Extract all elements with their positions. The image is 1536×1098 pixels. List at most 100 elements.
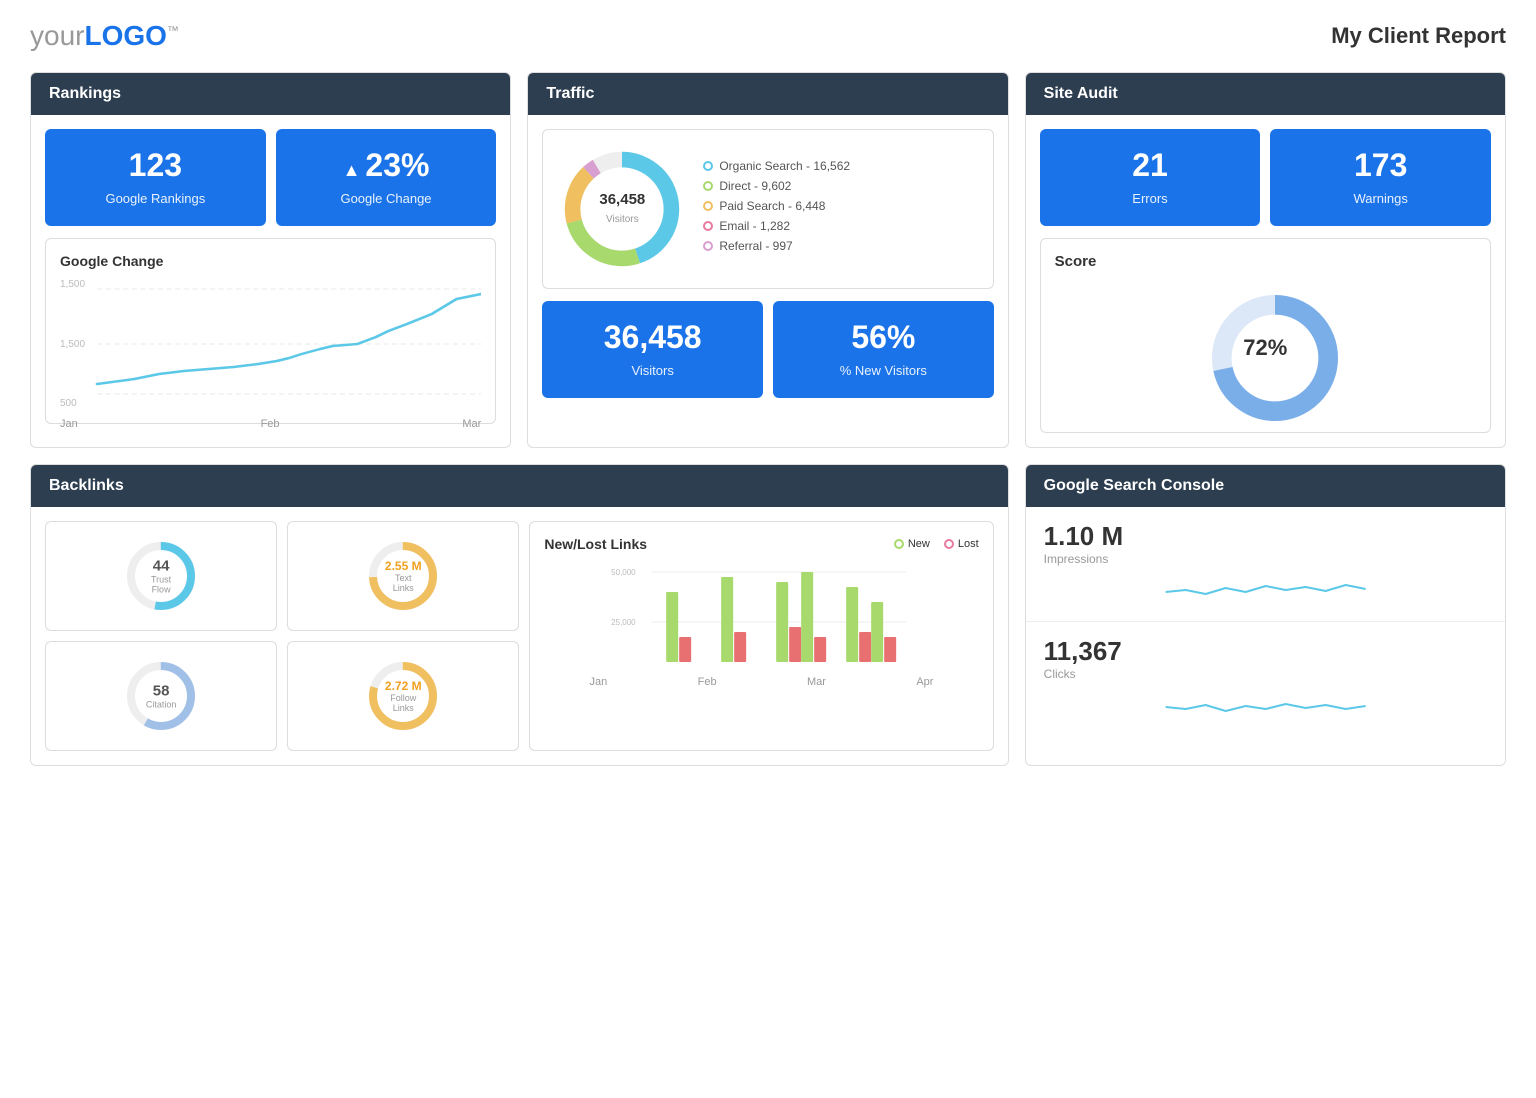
score-label: Score bbox=[1055, 253, 1476, 270]
text-links-value: 2.55 M bbox=[383, 559, 423, 573]
chart-y-labels: 1,500 1,500 500 bbox=[60, 279, 85, 409]
site-audit-header: Site Audit bbox=[1026, 73, 1505, 115]
rankings-section: Rankings 123 Google Rankings 23% Google … bbox=[30, 72, 511, 448]
rankings-body: 123 Google Rankings 23% Google Change Go… bbox=[31, 115, 510, 438]
follow-links-label: Follow Links bbox=[383, 693, 423, 713]
donut-sub: Visitors bbox=[606, 214, 639, 225]
legend-item: Direct - 9,602 bbox=[703, 179, 850, 193]
legend-item: Referral - 997 bbox=[703, 239, 850, 253]
clicks-stat: 11,367 Clicks bbox=[1026, 622, 1505, 736]
legend-dot-referral bbox=[703, 241, 713, 251]
new-visitors-box: 56% % New Visitors bbox=[773, 301, 994, 398]
google-change-box: 23% Google Change bbox=[276, 129, 497, 226]
google-rankings-value: 123 bbox=[59, 147, 252, 184]
legend-new-label: New bbox=[908, 538, 930, 550]
page-header: yourLOGO™ My Client Report bbox=[30, 20, 1506, 52]
legend-lost-label: Lost bbox=[958, 538, 979, 550]
impressions-wave bbox=[1044, 572, 1487, 607]
impressions-label: Impressions bbox=[1044, 552, 1487, 566]
legend-dot-new bbox=[894, 539, 904, 549]
citation-center: 58 Citation bbox=[146, 683, 177, 710]
citation-card: 58 Citation bbox=[45, 641, 277, 751]
backlinks-mini-col-2: 2.55 M Text Links 2.72 M Fo bbox=[287, 521, 519, 751]
new-visitors-value: 56% bbox=[787, 319, 980, 356]
legend-item: Paid Search - 6,448 bbox=[703, 199, 850, 213]
chart-title: Google Change bbox=[60, 253, 481, 269]
bar-chart-area: 50,000 25,000 bbox=[544, 562, 978, 672]
backlinks-body: 44 Trust Flow 58 Citation bbox=[31, 507, 1008, 765]
audit-stat-row: 21 Errors 173 Warnings bbox=[1040, 129, 1491, 226]
donut-center: 36,458 Visitors bbox=[590, 191, 655, 227]
text-links-label: Text Links bbox=[383, 573, 423, 593]
legend-dot-organic bbox=[703, 161, 713, 171]
bar-chart-title: New/Lost Links bbox=[544, 536, 647, 552]
legend-dot-paid bbox=[703, 201, 713, 211]
citation-label: Citation bbox=[146, 700, 177, 710]
svg-text:25,000: 25,000 bbox=[611, 618, 636, 627]
legend-item: Email - 1,282 bbox=[703, 219, 850, 233]
site-audit-body: 21 Errors 173 Warnings Score bbox=[1026, 115, 1505, 447]
warnings-label: Warnings bbox=[1353, 191, 1407, 206]
donut-value: 36,458 bbox=[599, 191, 645, 208]
text-links-center: 2.55 M Text Links bbox=[383, 559, 423, 593]
gsc-header: Google Search Console bbox=[1026, 465, 1505, 507]
errors-label: Errors bbox=[1132, 191, 1167, 206]
trust-flow-value: 44 bbox=[141, 558, 181, 575]
chart-x-labels: Jan Feb Mar bbox=[60, 418, 481, 430]
gsc-section: Google Search Console 1.10 M Impressions… bbox=[1025, 464, 1506, 766]
line-chart: 1,500 1,500 500 Jan Feb bbox=[60, 279, 481, 409]
logo-text: your bbox=[30, 20, 84, 51]
bar-legend: New Lost bbox=[894, 538, 979, 550]
impressions-stat: 1.10 M Impressions bbox=[1026, 507, 1505, 622]
errors-value: 21 bbox=[1054, 147, 1247, 184]
bar-chart-svg: 50,000 25,000 bbox=[544, 562, 978, 672]
legend-dot-lost bbox=[944, 539, 954, 549]
traffic-section: Traffic bbox=[527, 72, 1008, 448]
report-title: My Client Report bbox=[1331, 23, 1506, 49]
trust-flow-donut: 44 Trust Flow bbox=[121, 536, 201, 616]
google-rankings-box: 123 Google Rankings bbox=[45, 129, 266, 226]
score-donut: 72% bbox=[1205, 288, 1325, 408]
clicks-wave bbox=[1044, 687, 1487, 722]
legend-dot-direct bbox=[703, 181, 713, 191]
new-visitors-label: % New Visitors bbox=[840, 363, 927, 378]
google-rankings-label: Google Rankings bbox=[105, 191, 205, 206]
traffic-legend: Organic Search - 16,562 Direct - 9,602 P… bbox=[703, 159, 850, 259]
follow-links-center: 2.72 M Follow Links bbox=[383, 679, 423, 713]
follow-links-donut: 2.72 M Follow Links bbox=[363, 656, 443, 736]
errors-box: 21 Errors bbox=[1040, 129, 1261, 226]
citation-value: 58 bbox=[146, 683, 177, 700]
warnings-box: 173 Warnings bbox=[1270, 129, 1491, 226]
donut-section: 36,458 Visitors Organic Search - 16,562 … bbox=[557, 144, 978, 274]
backlinks-header: Backlinks bbox=[31, 465, 1008, 507]
trust-flow-label: Trust Flow bbox=[141, 575, 181, 595]
follow-links-value: 2.72 M bbox=[383, 679, 423, 693]
line-chart-svg bbox=[60, 279, 481, 409]
visitors-label: Visitors bbox=[631, 363, 673, 378]
site-audit-section: Site Audit 21 Errors 173 Warnings Score bbox=[1025, 72, 1506, 448]
visitors-value: 36,458 bbox=[556, 319, 749, 356]
visitors-box: 36,458 Visitors bbox=[542, 301, 763, 398]
legend-item: Organic Search - 16,562 bbox=[703, 159, 850, 173]
traffic-donut-card: 36,458 Visitors Organic Search - 16,562 … bbox=[542, 129, 993, 289]
svg-text:50,000: 50,000 bbox=[611, 568, 636, 577]
warnings-value: 173 bbox=[1284, 147, 1477, 184]
clicks-value: 11,367 bbox=[1044, 636, 1487, 667]
backlinks-mini-col-1: 44 Trust Flow 58 Citation bbox=[45, 521, 277, 751]
logo: yourLOGO™ bbox=[30, 20, 179, 52]
bar-chart-header: New/Lost Links New Lost bbox=[544, 536, 978, 552]
logo-tm: ™ bbox=[167, 24, 179, 38]
follow-links-card: 2.72 M Follow Links bbox=[287, 641, 519, 751]
traffic-body: 36,458 Visitors Organic Search - 16,562 … bbox=[528, 115, 1007, 412]
rankings-header: Rankings bbox=[31, 73, 510, 115]
citation-donut: 58 Citation bbox=[121, 656, 201, 736]
rankings-stat-row: 123 Google Rankings 23% Google Change bbox=[45, 129, 496, 226]
trust-flow-card: 44 Trust Flow bbox=[45, 521, 277, 631]
score-value: 72% bbox=[1243, 335, 1287, 361]
logo-bold: LOGO bbox=[84, 20, 166, 51]
traffic-donut: 36,458 Visitors bbox=[557, 144, 687, 274]
legend-lost: Lost bbox=[944, 538, 979, 550]
google-change-value: 23% bbox=[290, 147, 483, 184]
score-card: Score 72% bbox=[1040, 238, 1491, 433]
bar-x-labels: Jan Feb Mar Apr bbox=[544, 676, 978, 688]
